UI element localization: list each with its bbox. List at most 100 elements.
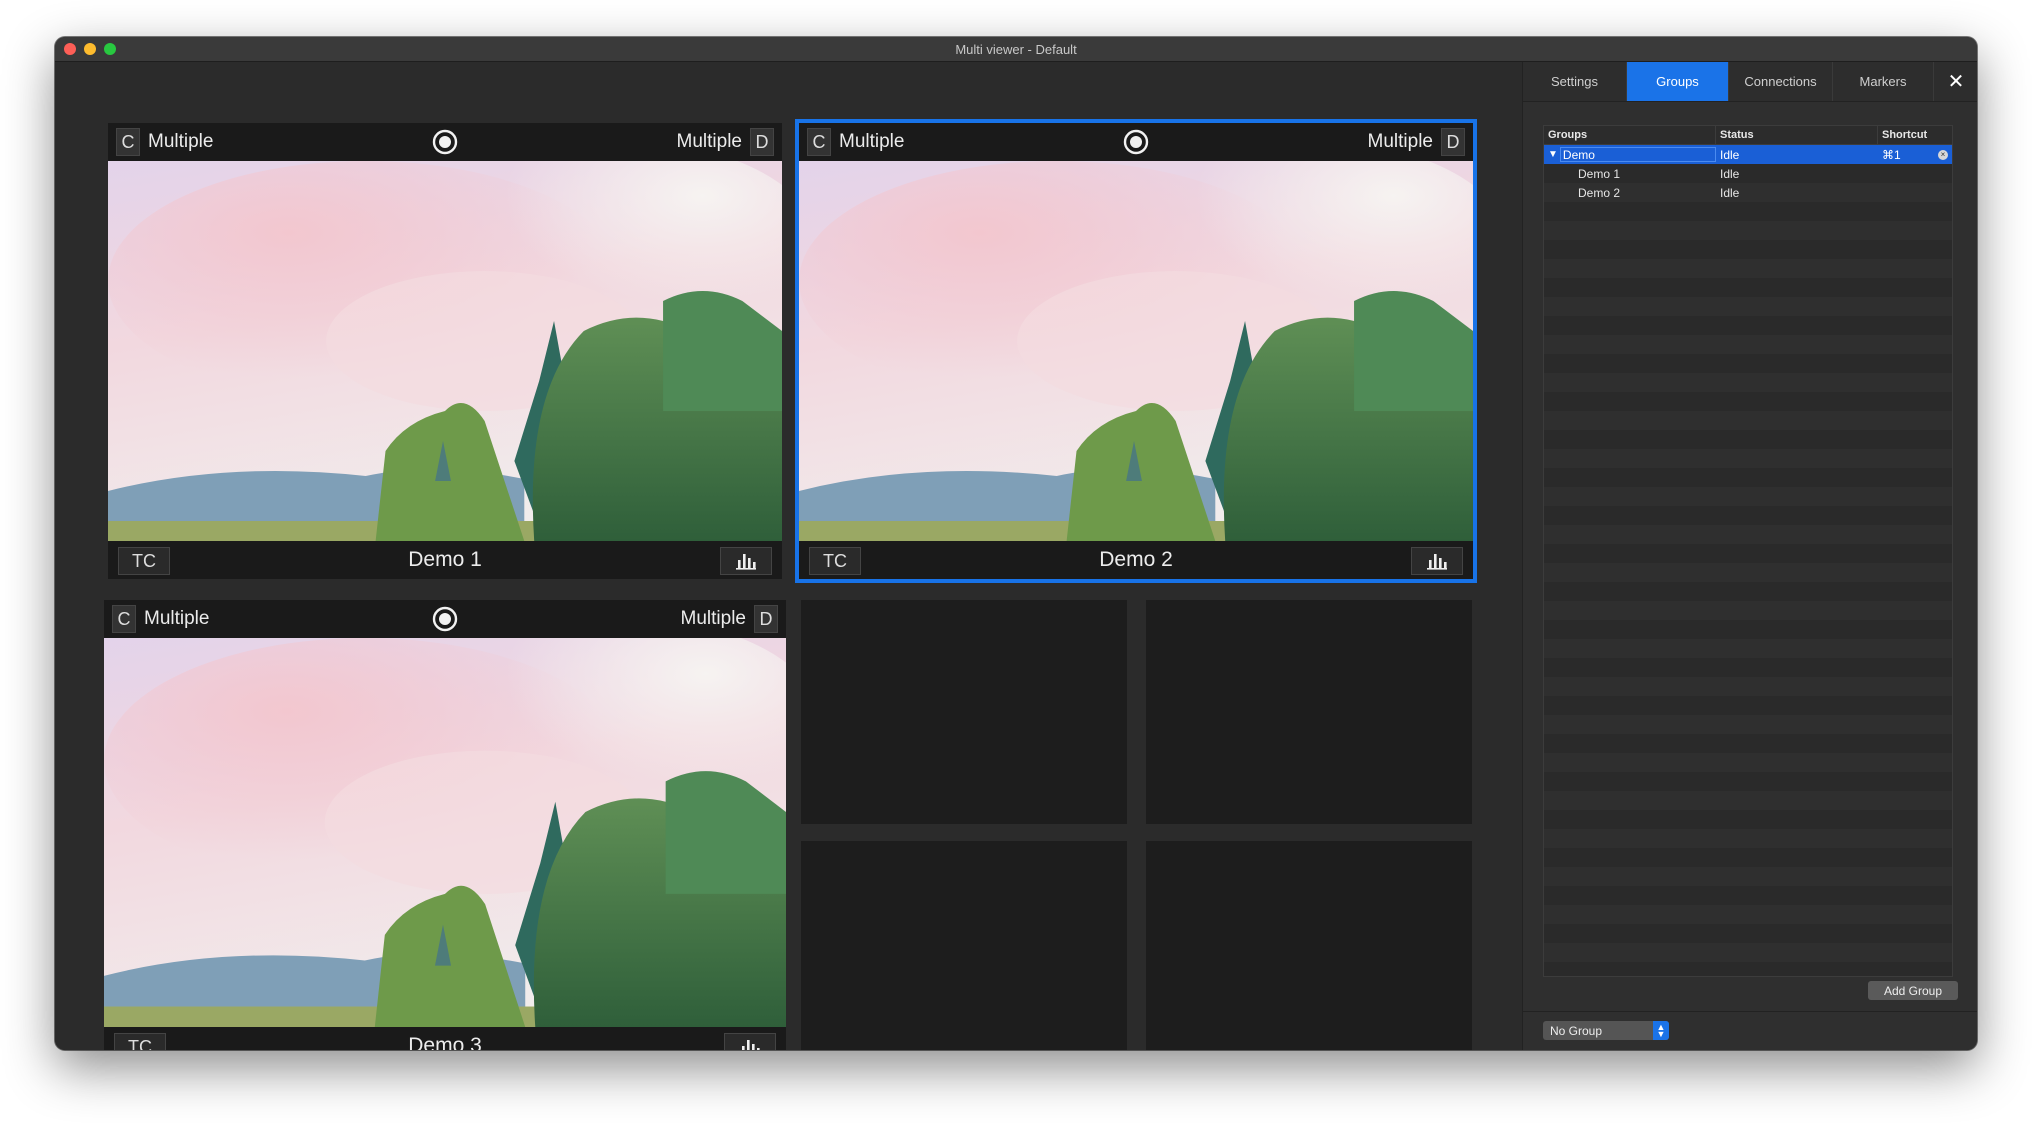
empty-table-rows bbox=[1544, 202, 1952, 976]
empty-table-row bbox=[1544, 791, 1952, 810]
table-row[interactable]: Demo 1 Idle bbox=[1544, 164, 1952, 183]
title-bar: Multi viewer - Default bbox=[55, 37, 1977, 62]
empty-table-row bbox=[1544, 905, 1952, 924]
window-title: Multi viewer - Default bbox=[955, 41, 1077, 57]
column-header-groups[interactable]: Groups bbox=[1544, 126, 1716, 144]
groups-table: Groups Status Shortcut ▼ Idle ⌘1 × bbox=[1543, 125, 1953, 977]
left-audio-label: Multiple bbox=[839, 131, 905, 152]
panel-tabs: Settings Groups Connections Markers ✕ bbox=[1523, 62, 1977, 102]
group-select-value: No Group bbox=[1550, 1023, 1603, 1038]
close-window-button[interactable] bbox=[64, 43, 76, 55]
channel-d-badge[interactable]: D bbox=[750, 128, 774, 156]
status-cell: Idle bbox=[1720, 185, 1740, 200]
viewer-demo-2[interactable]: C Multiple Multiple D TC Demo 2 bbox=[795, 119, 1477, 583]
channel-d-badge[interactable]: D bbox=[1441, 128, 1465, 156]
empty-table-row bbox=[1544, 848, 1952, 867]
empty-table-row bbox=[1544, 658, 1952, 677]
timecode-button[interactable]: TC bbox=[118, 547, 170, 575]
empty-table-row bbox=[1544, 449, 1952, 468]
empty-table-row bbox=[1544, 582, 1952, 601]
tab-connections[interactable]: Connections bbox=[1729, 62, 1833, 101]
window-controls bbox=[64, 43, 116, 55]
viewer-name: Demo 3 bbox=[408, 1034, 482, 1050]
empty-viewer-slot[interactable] bbox=[801, 600, 1127, 824]
empty-table-row bbox=[1544, 677, 1952, 696]
empty-table-row bbox=[1544, 335, 1952, 354]
viewer-footer: TC Demo 2 bbox=[799, 541, 1473, 579]
empty-table-row bbox=[1544, 506, 1952, 525]
app-window: Multi viewer - Default C Multiple Multip… bbox=[55, 37, 1977, 1050]
zoom-window-button[interactable] bbox=[104, 43, 116, 55]
tab-groups[interactable]: Groups bbox=[1627, 62, 1729, 101]
viewer-footer: TC Demo 1 bbox=[108, 541, 782, 579]
empty-table-row bbox=[1544, 943, 1952, 962]
empty-table-row bbox=[1544, 962, 1952, 976]
right-audio-label: Multiple bbox=[676, 131, 742, 152]
empty-table-row bbox=[1544, 525, 1952, 544]
empty-table-row bbox=[1544, 240, 1952, 259]
empty-table-row bbox=[1544, 886, 1952, 905]
timecode-button[interactable]: TC bbox=[114, 1033, 166, 1050]
video-frame bbox=[799, 161, 1473, 541]
close-panel-button[interactable]: ✕ bbox=[1934, 62, 1977, 101]
empty-table-row bbox=[1544, 772, 1952, 791]
status-cell: Idle bbox=[1720, 166, 1740, 181]
empty-table-row bbox=[1544, 867, 1952, 886]
audio-meter-button[interactable] bbox=[1411, 547, 1463, 575]
shortcut-cell[interactable]: ⌘1 bbox=[1882, 148, 1901, 162]
empty-table-row bbox=[1544, 829, 1952, 848]
channel-c-badge[interactable]: C bbox=[807, 128, 831, 156]
viewer-demo-3[interactable]: C Multiple Multiple D TC Demo 3 bbox=[104, 600, 786, 1050]
empty-table-row bbox=[1544, 753, 1952, 772]
column-header-shortcut[interactable]: Shortcut bbox=[1878, 126, 1952, 144]
right-audio-label: Multiple bbox=[680, 608, 746, 629]
side-panel: Settings Groups Connections Markers ✕ Gr… bbox=[1522, 62, 1977, 1050]
record-icon[interactable] bbox=[1123, 129, 1149, 155]
channel-c-badge[interactable]: C bbox=[116, 128, 140, 156]
empty-table-row bbox=[1544, 601, 1952, 620]
add-group-button[interactable]: Add Group bbox=[1868, 981, 1958, 1000]
empty-table-row bbox=[1544, 639, 1952, 658]
video-frame bbox=[104, 638, 786, 1027]
disclosure-triangle-icon[interactable]: ▼ bbox=[1548, 149, 1558, 160]
empty-table-row bbox=[1544, 392, 1952, 411]
table-row[interactable]: ▼ Idle ⌘1 × bbox=[1544, 145, 1952, 164]
viewer-demo-1[interactable]: C Multiple Multiple D TC Demo 1 bbox=[108, 123, 782, 579]
clear-shortcut-icon[interactable]: × bbox=[1938, 149, 1948, 160]
groups-table-header: Groups Status Shortcut bbox=[1544, 126, 1952, 145]
empty-table-row bbox=[1544, 259, 1952, 278]
tab-settings[interactable]: Settings bbox=[1523, 62, 1627, 101]
timecode-button[interactable]: TC bbox=[809, 547, 861, 575]
table-row[interactable]: Demo 2 Idle bbox=[1544, 183, 1952, 202]
tab-markers[interactable]: Markers bbox=[1833, 62, 1934, 101]
empty-table-row bbox=[1544, 544, 1952, 563]
audio-meter-button[interactable] bbox=[724, 1033, 776, 1050]
empty-table-row bbox=[1544, 696, 1952, 715]
channel-d-badge[interactable]: D bbox=[754, 605, 778, 633]
record-icon[interactable] bbox=[432, 606, 458, 632]
group-member-name: Demo 2 bbox=[1578, 185, 1621, 200]
left-audio-label: Multiple bbox=[148, 131, 214, 152]
video-frame bbox=[108, 161, 782, 541]
empty-table-row bbox=[1544, 354, 1952, 373]
empty-table-row bbox=[1544, 563, 1952, 582]
empty-table-row bbox=[1544, 430, 1952, 449]
group-select[interactable]: No Group ▲ ▼ bbox=[1543, 1021, 1669, 1040]
minimize-window-button[interactable] bbox=[84, 43, 96, 55]
record-icon[interactable] bbox=[432, 129, 458, 155]
group-name-field[interactable] bbox=[1559, 147, 1716, 162]
empty-viewer-slot[interactable] bbox=[801, 841, 1127, 1050]
column-header-status[interactable]: Status bbox=[1716, 126, 1878, 144]
status-cell: Idle bbox=[1720, 147, 1740, 162]
empty-viewer-slot[interactable] bbox=[1146, 600, 1472, 824]
empty-table-row bbox=[1544, 373, 1952, 392]
empty-viewer-slot[interactable] bbox=[1146, 841, 1472, 1050]
empty-table-row bbox=[1544, 810, 1952, 829]
viewer-grid: C Multiple Multiple D TC Demo 1 C Multip… bbox=[55, 62, 1522, 1050]
shortcut-cell[interactable] bbox=[1878, 164, 1952, 183]
close-icon: ✕ bbox=[1947, 71, 1965, 93]
channel-c-badge[interactable]: C bbox=[112, 605, 136, 633]
shortcut-cell[interactable] bbox=[1878, 183, 1952, 202]
audio-meter-button[interactable] bbox=[720, 547, 772, 575]
viewer-header: C Multiple Multiple D bbox=[108, 123, 782, 161]
